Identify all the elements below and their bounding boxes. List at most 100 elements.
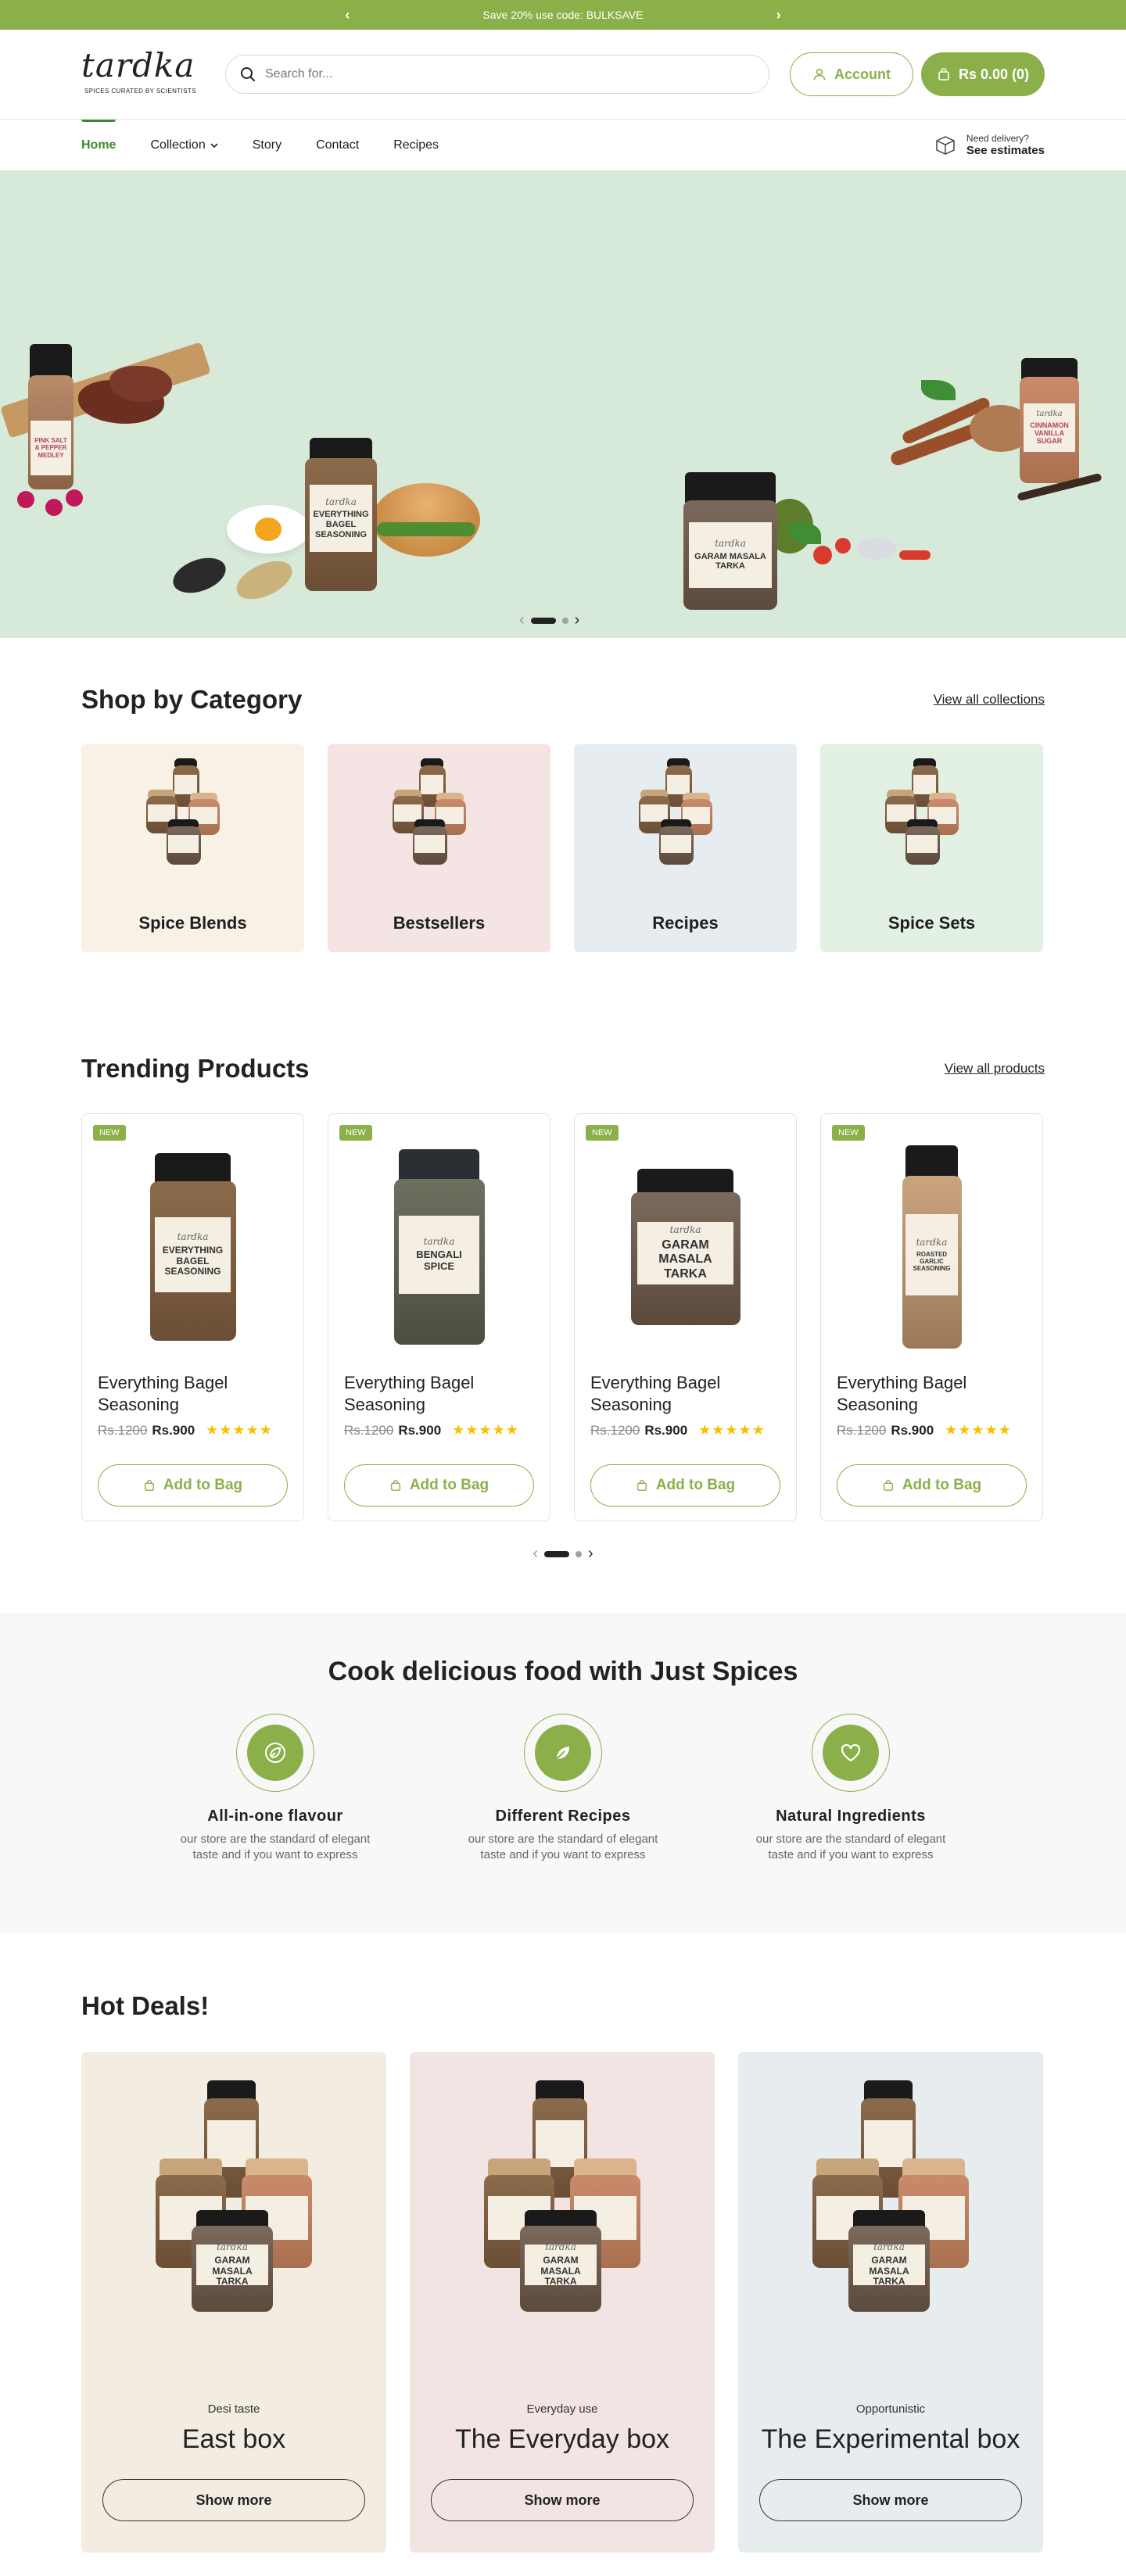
deal-kicker: Opportunistic (855, 2402, 926, 2416)
view-all-collections-link[interactable]: View all collections (934, 692, 1045, 708)
heart-icon (841, 1743, 861, 1762)
show-more-button[interactable]: Show more (102, 2479, 365, 2521)
nav-label: Collection (150, 138, 206, 152)
logo-wordmark: tardka (81, 46, 195, 84)
hero-slide-dot[interactable] (530, 617, 556, 624)
show-more-button[interactable]: Show more (759, 2479, 1022, 2521)
site-logo[interactable]: tardka SPICES CURATED BY SCIENTISTS (81, 43, 205, 106)
delivery-estimate-link[interactable]: Need delivery? See estimates (934, 133, 1045, 157)
jar-label: GARAM MASALA TARKA (540, 2254, 581, 2288)
add-to-bag-button[interactable]: Add to Bag (590, 1464, 780, 1507)
star-rating-icon: ★★★★★ (698, 1422, 766, 1438)
product-image[interactable]: tardka EVERYTHING BAGEL SEASONING (82, 1130, 303, 1356)
promo-bar: ‹ Save 20% use code: BULKSAVE › (0, 0, 1126, 30)
jar-label: BENGALI SPICE (416, 1249, 462, 1273)
nav-label: Home (81, 138, 117, 152)
nav-item-home[interactable]: Home (81, 119, 117, 171)
search-bar[interactable] (225, 55, 769, 94)
product-card[interactable]: NEW tardka BENGALI SPICE Everything Bage… (328, 1113, 550, 1521)
deal-jars-image: tardka GARAM MASALA TARKA (812, 2080, 969, 2312)
deal-kicker: Desi taste (207, 2402, 260, 2416)
herb-image (921, 380, 956, 400)
jar-brand: tardka (177, 1231, 209, 1242)
nav-item-story[interactable]: Story (253, 120, 282, 171)
product-image[interactable]: tardka BENGALI SPICE (328, 1130, 550, 1356)
add-to-bag-button[interactable]: Add to Bag (837, 1464, 1027, 1507)
jar-brand: tardka (545, 2241, 576, 2252)
hero-jar-label: EVERYTHING BAGEL SEASONING (313, 510, 369, 539)
product-name[interactable]: Everything Bagel Seasoning (98, 1372, 288, 1416)
add-to-bag-label: Add to Bag (902, 1477, 982, 1493)
nav-item-contact[interactable]: Contact (316, 120, 359, 171)
hero-slide-dot[interactable] (561, 617, 568, 624)
product-name[interactable]: Everything Bagel Seasoning (590, 1372, 780, 1416)
category-card[interactable]: Bestsellers (328, 744, 550, 952)
hero-next-arrow-icon[interactable]: › (575, 611, 580, 629)
category-section: Shop by Category View all collections Sp… (0, 638, 1126, 952)
price-sale: Rs.900 (398, 1422, 442, 1438)
spoon-image (231, 553, 298, 607)
add-to-bag-label: Add to Bag (655, 1477, 736, 1493)
product-image[interactable]: tardka ROASTED GARLIC SEASONING (821, 1130, 1042, 1356)
hot-deals-section: Hot Deals! tardka GARAM MASALA TARKA Des… (0, 1933, 1126, 2556)
jar-brand: tardka (325, 496, 357, 507)
promo-next-arrow-icon[interactable]: › (776, 7, 781, 23)
feature-description: our store are the standard of elegant ta… (180, 1833, 371, 1861)
trending-section: Trending Products View all products NEW … (0, 952, 1126, 1563)
deal-title: The Everyday box (454, 2424, 670, 2454)
deal-card[interactable]: tardka GARAM MASALA TARKA Opportunistic … (738, 2052, 1043, 2553)
delivery-cta: See estimates (966, 144, 1045, 157)
category-card[interactable]: Recipes (574, 744, 797, 952)
tomato-image (835, 538, 851, 554)
nav-label: Contact (316, 138, 360, 152)
features-section: Cook delicious food with Just Spices All… (0, 1613, 1126, 1933)
deal-title: The Experimental box (761, 2424, 1020, 2454)
category-label: Spice Blends (138, 913, 247, 933)
jar-brand: tardka (669, 1224, 701, 1236)
hero-jar-label: GARAM MASALA TARKA (694, 551, 766, 571)
account-button[interactable]: Account (790, 52, 913, 96)
bag-icon (883, 1480, 893, 1491)
nav-item-collection[interactable]: Collection (150, 120, 218, 171)
category-card[interactable]: Spice Blends (81, 744, 304, 952)
product-card[interactable]: NEW tardka GARAM MASALA TARKA Everything… (574, 1113, 797, 1521)
product-card[interactable]: NEW tardka EVERYTHING BAGEL SEASONING Ev… (81, 1113, 304, 1521)
show-more-button[interactable]: Show more (431, 2479, 694, 2521)
product-next-arrow-icon[interactable]: › (588, 1545, 593, 1563)
search-input[interactable] (265, 67, 755, 81)
deal-card[interactable]: tardka GARAM MASALA TARKA Everyday use T… (410, 2052, 715, 2553)
category-jars-image (392, 758, 486, 868)
add-to-bag-button[interactable]: Add to Bag (344, 1464, 534, 1507)
product-image[interactable]: tardka GARAM MASALA TARKA (575, 1130, 796, 1356)
jar-brand: tardka (715, 537, 746, 549)
product-card[interactable]: NEW tardka ROASTED GARLIC SEASONING Ever… (820, 1113, 1043, 1521)
nav-label: Recipes (393, 138, 439, 152)
feature-icon-ring (236, 1714, 314, 1792)
jar-label: ROASTED GARLIC SEASONING (913, 1250, 951, 1272)
account-label: Account (834, 66, 891, 82)
view-all-products-link[interactable]: View all products (945, 1061, 1045, 1077)
leaf-icon (265, 1743, 285, 1763)
category-jars-image (145, 758, 240, 868)
feature-description: our store are the standard of elegant ta… (468, 1833, 658, 1861)
price-original: Rs.1200 (837, 1422, 887, 1438)
hero-prev-arrow-icon[interactable]: ‹ (519, 611, 525, 629)
category-card[interactable]: Spice Sets (820, 744, 1043, 952)
bag-icon (390, 1480, 400, 1491)
feature-name: All-in-one flavour (207, 1807, 343, 1825)
product-name[interactable]: Everything Bagel Seasoning (837, 1372, 1027, 1416)
hero-jar-garam-masala: tardka GARAM MASALA TARKA (683, 472, 777, 610)
cart-button[interactable]: Rs 0.00 (0) (921, 52, 1045, 96)
promo-prev-arrow-icon[interactable]: ‹ (345, 7, 350, 23)
add-to-bag-button[interactable]: Add to Bag (98, 1464, 288, 1507)
product-prev-arrow-icon[interactable]: ‹ (533, 1545, 538, 1563)
nav-label: Story (252, 138, 282, 152)
product-name[interactable]: Everything Bagel Seasoning (344, 1372, 534, 1416)
product-slide-dot[interactable] (576, 1550, 582, 1557)
jar-brand: tardka (1036, 410, 1063, 419)
category-label: Bestsellers (393, 913, 486, 933)
site-header: tardka SPICES CURATED BY SCIENTISTS Acco… (0, 30, 1126, 119)
product-slide-dot[interactable] (544, 1550, 569, 1557)
nav-item-recipes[interactable]: Recipes (393, 120, 439, 171)
deal-card[interactable]: tardka GARAM MASALA TARKA Desi taste Eas… (81, 2052, 386, 2553)
